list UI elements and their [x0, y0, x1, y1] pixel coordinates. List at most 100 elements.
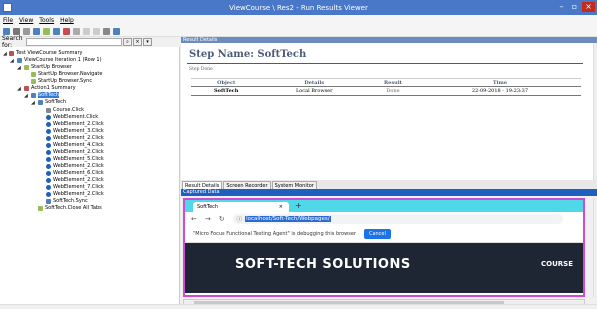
- list-icon[interactable]: [103, 27, 110, 35]
- web-element-icon: [46, 114, 51, 120]
- browser-tab-bar: SoftTech × +: [185, 200, 583, 212]
- print-icon[interactable]: [13, 27, 20, 35]
- web-element-icon: [46, 177, 51, 183]
- collapse-icon[interactable]: ◢: [17, 65, 21, 71]
- cell-details: Local Browser: [261, 86, 368, 96]
- sync-icon[interactable]: [33, 27, 40, 35]
- browser-nav-bar: ← → ↻ ⓘ localhost/Soft-Tech/Webpages/: [185, 212, 583, 226]
- results-table: Object Details Result Time SoftTech Loca…: [191, 78, 581, 96]
- cell-object: SoftTech: [191, 86, 262, 96]
- help-icon[interactable]: [113, 27, 120, 35]
- close-button[interactable]: ×: [582, 2, 595, 12]
- table-row: SoftTech Local Browser Done 22-09-2018 -…: [191, 86, 581, 96]
- menu-tools[interactable]: Tools: [39, 17, 54, 24]
- tab-system-monitor[interactable]: System Monitor: [271, 181, 317, 189]
- tree-node-softtech-browser[interactable]: SoftTech: [31, 92, 60, 98]
- tab-screen-recorder[interactable]: Screen Recorder: [223, 181, 271, 189]
- course-link[interactable]: COURSE: [541, 260, 573, 268]
- iteration-icon: [17, 57, 22, 63]
- tab-result-details[interactable]: Result Details: [182, 181, 223, 189]
- step-name: Step Name: SoftTech: [189, 49, 307, 60]
- page-icon: [38, 99, 43, 105]
- collapse-icon[interactable]: ◢: [31, 100, 35, 106]
- tree-node-step[interactable]: WebElement_6.Click: [46, 170, 104, 176]
- right-pane: Result Details Step Name: SoftTech Step …: [181, 37, 597, 309]
- collapse-icon[interactable]: ◢: [10, 58, 14, 64]
- debug-infobar: "Micro Focus Functional Testing Agent" i…: [185, 226, 583, 243]
- tree-node-step[interactable]: WebElement_4.Click: [46, 142, 104, 148]
- column-header-time: Time: [418, 78, 581, 87]
- tree-node-iteration[interactable]: ViewCourse Iteration 1 (Row 1): [17, 57, 102, 63]
- web-element-icon: [46, 156, 51, 162]
- reload-icon[interactable]: ↻: [219, 215, 225, 223]
- forward-icon[interactable]: [93, 27, 100, 35]
- back-icon[interactable]: [83, 27, 90, 35]
- tree-node-softtech-sync[interactable]: SoftTech.Sync: [46, 198, 88, 204]
- minimize-button[interactable]: –: [556, 2, 567, 12]
- forward-arrow-icon[interactable]: →: [205, 215, 211, 223]
- tree-node-action1[interactable]: Action1 Summary: [24, 85, 76, 91]
- tree-node-step[interactable]: WebElement_2.Click: [46, 135, 104, 141]
- status-bar: [0, 304, 597, 309]
- tree-node-step[interactable]: WebElement_5.Click: [46, 156, 104, 162]
- search-icon[interactable]: ⌕: [123, 38, 132, 46]
- menu-file[interactable]: File: [3, 17, 13, 24]
- open-icon[interactable]: [3, 27, 10, 35]
- search-row: Search for: ⌕ × ▾: [0, 35, 180, 49]
- clear-search-icon[interactable]: ×: [133, 38, 142, 46]
- collapse-icon[interactable]: ◢: [17, 86, 21, 92]
- tree-node-step[interactable]: WebElement_2.Click: [46, 121, 104, 127]
- tree-node-step[interactable]: WebElement.Click: [46, 114, 98, 120]
- target-icon[interactable]: [53, 27, 60, 35]
- captured-data-header: Captured Data: [181, 189, 597, 196]
- cancel-button[interactable]: Cancel: [363, 229, 391, 239]
- tree-node-step[interactable]: WebElement_2.Click: [46, 191, 104, 197]
- column-header-result: Result: [367, 78, 419, 87]
- debug-info-text: "Micro Focus Functional Testing Agent" i…: [193, 231, 356, 237]
- web-element-icon: [46, 142, 51, 148]
- menu-help[interactable]: Help: [60, 17, 74, 24]
- tree-node-startup-browser[interactable]: StartUp Browser: [24, 64, 72, 70]
- back-arrow-icon[interactable]: ←: [191, 215, 197, 223]
- tree-node-close-all-tabs[interactable]: SoftTech.Close All Tabs: [38, 205, 102, 211]
- tree-node-navigate[interactable]: StartUp Browser.Navigate: [31, 71, 102, 77]
- filter-icon[interactable]: [23, 27, 30, 35]
- collapse-icon[interactable]: ◢: [3, 51, 7, 57]
- tree-node-sync[interactable]: StartUp Browser.Sync: [31, 78, 92, 84]
- divider: [187, 63, 583, 64]
- column-header-details: Details: [261, 78, 368, 87]
- collapse-icon[interactable]: ◢: [24, 93, 28, 99]
- menu-view[interactable]: View: [19, 17, 33, 24]
- export-icon[interactable]: [63, 27, 70, 35]
- result-details-panel: Step Name: SoftTech Step Done Object Det…: [181, 43, 593, 180]
- menu-bar: File View Tools Help: [0, 15, 597, 26]
- action-icon: [24, 85, 29, 91]
- captured-vertical-scrollbar[interactable]: [593, 198, 597, 297]
- web-element-icon: [46, 135, 51, 141]
- toolbar: [0, 26, 597, 37]
- tree-node-step[interactable]: WebElement_3.Click: [46, 128, 104, 134]
- check-icon[interactable]: [43, 27, 50, 35]
- site-title: SOFT-TECH SOLUTIONS: [235, 257, 411, 272]
- summary-icon: [9, 50, 14, 56]
- tree-node-summary[interactable]: Test ViewCourse Summary: [9, 50, 83, 56]
- page-icon: [46, 198, 51, 204]
- address-bar[interactable]: ⓘ localhost/Soft-Tech/Webpages/: [232, 214, 563, 224]
- web-element-icon: [46, 128, 51, 134]
- tree-node-softtech-page[interactable]: SoftTech: [38, 99, 66, 105]
- web-element-icon: [46, 149, 51, 155]
- tree-node-course-click[interactable]: Course.Click: [46, 107, 84, 113]
- close-tab-icon[interactable]: ×: [279, 204, 283, 210]
- maximize-button[interactable]: ▫: [569, 2, 580, 12]
- settings-icon[interactable]: [73, 27, 80, 35]
- tree-node-step[interactable]: WebElement_2.Click: [46, 149, 104, 155]
- search-input[interactable]: [26, 38, 122, 46]
- tree-node-step[interactable]: WebElement_7.Click: [46, 184, 104, 190]
- new-tab-icon[interactable]: +: [295, 201, 302, 210]
- search-options-icon[interactable]: ▾: [143, 38, 152, 46]
- browser-tab[interactable]: SoftTech ×: [193, 202, 289, 212]
- tree-node-step[interactable]: WebElement_2.Click: [46, 177, 104, 183]
- vertical-scrollbar[interactable]: [593, 43, 597, 180]
- action-icon: [24, 64, 29, 70]
- tree-node-step[interactable]: WebElement_2.Click: [46, 163, 104, 169]
